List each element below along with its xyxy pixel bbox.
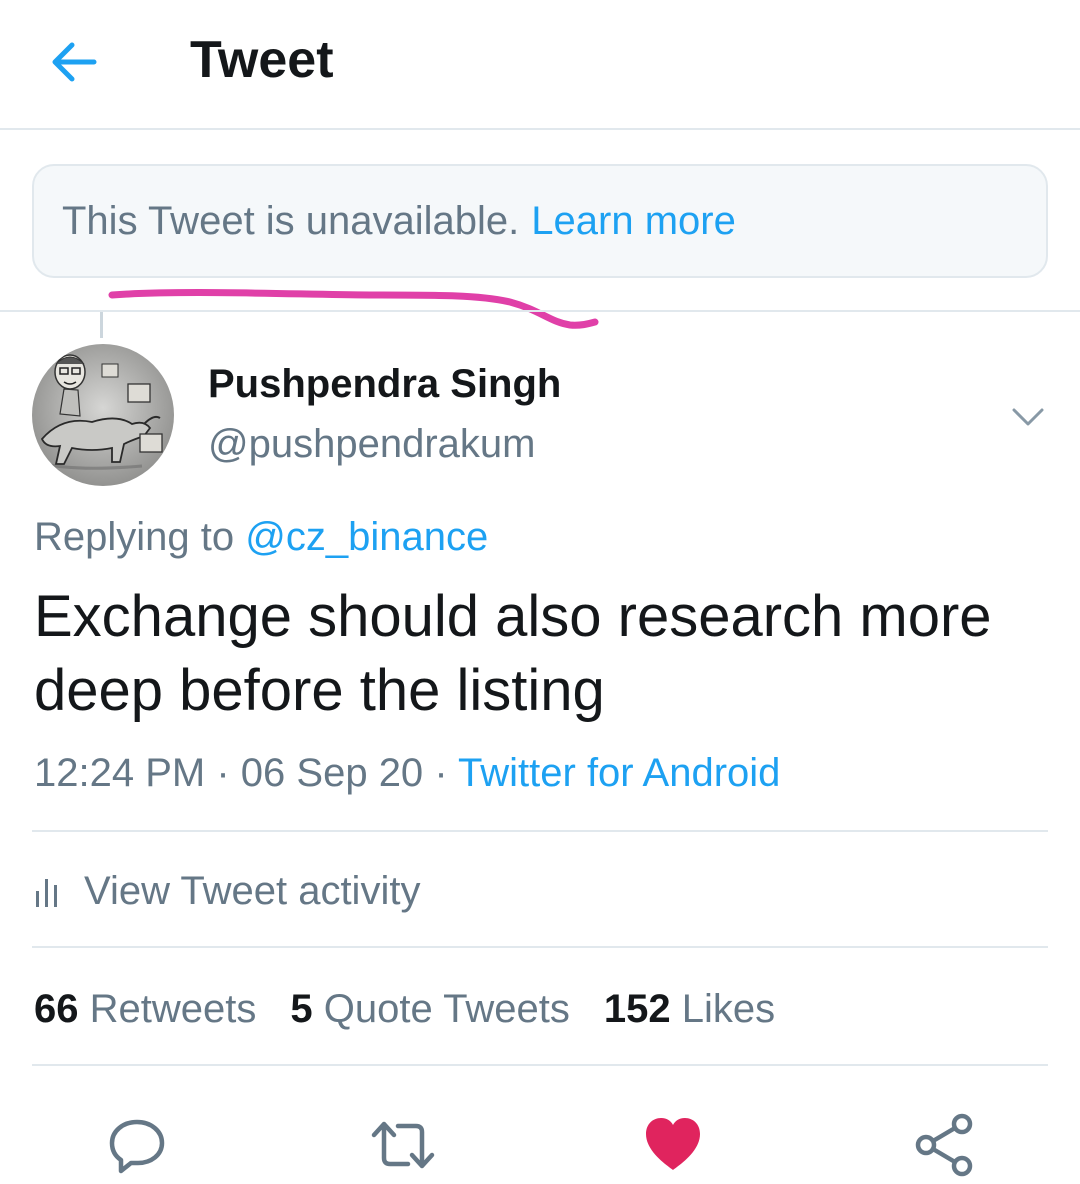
quote-tweets-count: 5	[290, 986, 313, 1031]
likes-stat[interactable]: 152 Likes	[604, 987, 775, 1032]
bar-chart-icon	[36, 879, 57, 907]
replying-to: Replying to @cz_binance	[34, 512, 488, 562]
chevron-down-icon	[1012, 408, 1044, 426]
quote-tweets-label: Quote Tweets	[323, 986, 570, 1031]
unavailable-tweet-notice: This Tweet is unavailable. Learn more	[32, 164, 1048, 278]
author-display-name[interactable]: Pushpendra Singh	[208, 360, 561, 408]
tweet-options-button[interactable]	[1006, 394, 1050, 438]
share-icon	[915, 1113, 973, 1177]
reply-icon	[109, 1119, 165, 1174]
retweet-button[interactable]	[370, 1112, 436, 1178]
retweets-count: 66	[34, 986, 79, 1031]
timestamp-separator: ·	[434, 751, 448, 795]
view-tweet-activity-button[interactable]: View Tweet activity	[34, 858, 420, 924]
like-button[interactable]	[640, 1112, 706, 1178]
divider	[32, 946, 1048, 948]
replying-to-handle[interactable]: @cz_binance	[245, 515, 488, 559]
page-title: Tweet	[190, 31, 334, 89]
tweet-timestamp: 12:24 PM · 06 Sep 20 · Twitter for Andro…	[34, 748, 780, 798]
retweets-label: Retweets	[89, 986, 257, 1031]
learn-more-link[interactable]: Learn more	[531, 199, 736, 244]
avatar[interactable]	[32, 344, 174, 486]
app-header: Tweet	[0, 0, 1080, 130]
likes-label: Likes	[681, 986, 776, 1031]
view-tweet-activity-label: View Tweet activity	[84, 868, 421, 913]
tweet-stats: 66 Retweets 5 Quote Tweets 152 Likes	[34, 982, 809, 1036]
likes-count: 152	[603, 986, 671, 1031]
timestamp-separator: ·	[216, 751, 230, 795]
tweet-time: 12:24 PM	[34, 751, 206, 795]
retweets-stat[interactable]: 66 Retweets	[34, 987, 256, 1032]
tweet-date: 06 Sep 20	[240, 751, 424, 795]
arrow-left-icon	[52, 42, 97, 82]
back-button[interactable]	[44, 32, 104, 92]
divider	[32, 1064, 1048, 1066]
tweet-text: Exchange should also research more deep …	[34, 584, 992, 723]
avatar-sketch-image	[32, 344, 174, 486]
replying-to-label: Replying to	[34, 515, 235, 559]
heart-icon	[646, 1118, 700, 1170]
author-handle[interactable]: @pushpendrakum	[208, 420, 535, 468]
section-divider	[0, 310, 1080, 312]
reply-button[interactable]	[104, 1112, 170, 1178]
tweet-source[interactable]: Twitter for Android	[458, 751, 780, 795]
retweet-icon	[371, 1121, 435, 1169]
divider	[32, 830, 1048, 832]
share-button[interactable]	[912, 1112, 978, 1178]
unavailable-text: This Tweet is unavailable.	[62, 198, 520, 243]
thread-connector-line	[100, 312, 103, 338]
quote-tweets-stat[interactable]: 5 Quote Tweets	[290, 987, 569, 1032]
